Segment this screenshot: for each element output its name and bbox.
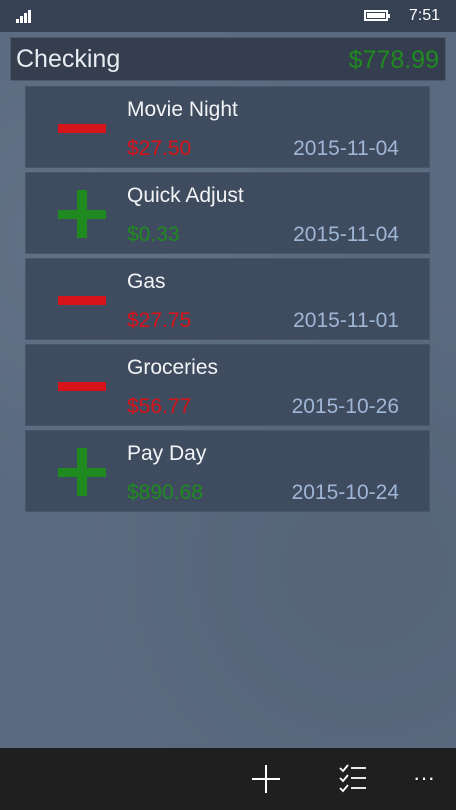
status-bar: 7:51 xyxy=(0,0,456,32)
signal-strength-icon xyxy=(16,9,36,23)
transaction-amount: $0.33 xyxy=(127,223,180,246)
status-time: 7:51 xyxy=(408,7,440,24)
transaction-amount: $27.75 xyxy=(127,309,192,332)
account-balance: $778.99 xyxy=(348,46,439,74)
transaction-amount: $890.68 xyxy=(127,481,203,504)
more-options-button[interactable]: ··· xyxy=(410,766,438,800)
transaction-row[interactable]: Pay Day $890.68 2015-10-24 xyxy=(25,430,430,512)
minus-icon xyxy=(56,102,108,154)
transaction-row[interactable]: Movie Night $27.50 2015-11-04 xyxy=(25,86,430,168)
account-header[interactable]: Checking $778.99 xyxy=(10,37,446,81)
plus-icon xyxy=(56,446,108,498)
add-transaction-button[interactable] xyxy=(249,763,283,797)
transaction-date: 2015-10-24 xyxy=(291,481,399,504)
transaction-row[interactable]: Groceries $56.77 2015-10-26 xyxy=(25,344,430,426)
account-name: Checking xyxy=(16,45,121,73)
plus-icon xyxy=(56,188,108,240)
select-items-button[interactable] xyxy=(338,763,372,797)
transaction-date: 2015-11-01 xyxy=(293,309,399,332)
transaction-list: Movie Night $27.50 2015-11-04 Quick Adju… xyxy=(25,86,430,516)
transaction-date: 2015-11-04 xyxy=(293,223,399,246)
checklist-icon xyxy=(339,764,366,793)
transaction-title: Groceries xyxy=(127,356,219,379)
transaction-date: 2015-11-04 xyxy=(293,137,399,160)
transaction-title: Gas xyxy=(127,270,166,293)
minus-icon xyxy=(56,360,108,412)
transaction-title: Movie Night xyxy=(127,98,238,121)
transaction-amount: $27.50 xyxy=(127,137,192,160)
minus-icon xyxy=(56,274,108,326)
transaction-date: 2015-10-26 xyxy=(291,395,399,418)
transaction-amount: $56.77 xyxy=(127,395,192,418)
plus-icon-stem xyxy=(265,765,267,793)
transaction-title: Quick Adjust xyxy=(127,184,244,207)
transaction-title: Pay Day xyxy=(127,442,207,465)
transaction-row[interactable]: Quick Adjust $0.33 2015-11-04 xyxy=(25,172,430,254)
battery-icon xyxy=(364,10,390,21)
transaction-row[interactable]: Gas $27.75 2015-11-01 xyxy=(25,258,430,340)
app-bar: ··· xyxy=(0,748,456,810)
